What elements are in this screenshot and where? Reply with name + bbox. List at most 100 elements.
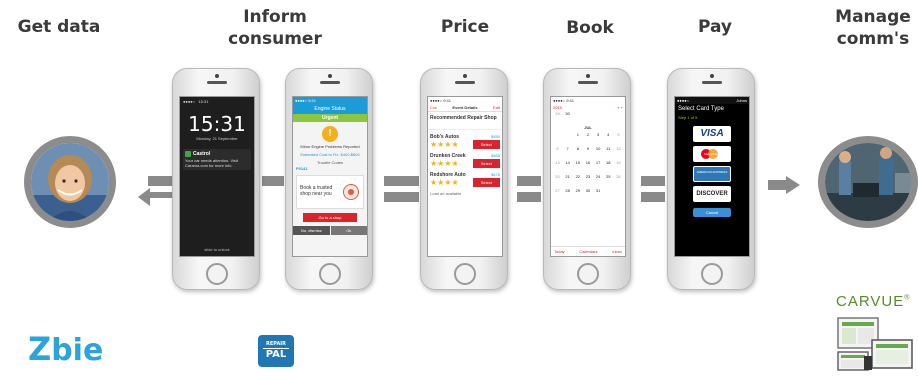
visa-card-option[interactable]: VISA <box>693 126 731 142</box>
shop-row: Drunken Creek $465 ★★★★ Select <box>428 149 502 168</box>
carvue-logo-text: CARVUE <box>836 293 905 310</box>
connector-arrow-left-lower <box>148 192 172 198</box>
status-bar: ●●●●○ 9:41 <box>553 98 574 103</box>
calendar-day[interactable]: 7 <box>563 146 572 151</box>
calendar-day[interactable]: 28 <box>563 188 572 193</box>
calendar-day[interactable]: 23 <box>583 174 592 179</box>
home-button[interactable] <box>319 263 341 285</box>
dismiss-button[interactable]: No, dismiss <box>293 226 330 235</box>
calendar-day[interactable]: 1 <box>573 132 582 137</box>
calendar-day[interactable]: 11 <box>604 146 613 151</box>
calendar-day[interactable]: 29 <box>553 111 562 116</box>
cancel-button[interactable]: Cancel <box>693 208 731 217</box>
avatar-workshop <box>818 136 918 228</box>
calendar-week-row: 6 7 8 9 10 11 12 <box>553 146 623 151</box>
calendar-day[interactable]: 13 <box>553 160 562 165</box>
calendar-day[interactable]: 9 <box>583 146 592 151</box>
slide-to-unlock[interactable]: slide to unlock <box>180 247 254 252</box>
engine-problem-text: Minor Engine Problems Reported <box>300 144 360 149</box>
calendar-day[interactable]: 8 <box>573 146 582 151</box>
calendar-day <box>614 188 623 193</box>
calendar-day[interactable]: 26 <box>614 174 623 179</box>
stage-title-book: Book <box>566 18 614 38</box>
calendar-day[interactable]: 18 <box>604 160 613 165</box>
calendar-day[interactable]: 20 <box>553 174 562 179</box>
home-button[interactable] <box>206 263 228 285</box>
calendar-day[interactable]: 27 <box>553 188 562 193</box>
calendar-day[interactable]: 19 <box>614 160 623 165</box>
select-card-title: Select Card Type <box>678 106 724 112</box>
status-bar: ●●●●○ 9:41 <box>430 98 451 103</box>
phone-speaker <box>207 81 227 84</box>
calendar-day <box>553 132 562 137</box>
phone-speaker <box>455 81 475 84</box>
calendar-day <box>573 111 582 116</box>
back-link[interactable]: Cxx <box>430 105 437 110</box>
connector-phone3-phone4-lower <box>517 192 541 202</box>
header-user: Johns <box>736 98 747 103</box>
phone-camera <box>328 74 332 78</box>
calendar-day[interactable]: 5 <box>614 132 623 137</box>
calendar-day <box>583 111 592 116</box>
tab-calendars[interactable]: Calendars <box>579 249 597 254</box>
discover-card-option[interactable]: DISCOVER <box>693 186 731 202</box>
edit-link[interactable]: Edit <box>493 105 500 110</box>
calendar-day[interactable]: 31 <box>594 188 603 193</box>
status-bar: ●●●●○ 9:41 <box>293 97 367 104</box>
connector-phone2-phone3 <box>384 176 419 186</box>
home-button[interactable] <box>701 263 723 285</box>
calendar-day[interactable]: 3 <box>594 132 603 137</box>
calendar-grid: 29 30 JUL 1 2 3 4 5 6 7 8 9 10 11 12 13 14 15 16 17 18 19 20 21… <box>551 111 625 193</box>
lock-notification[interactable]: Castrol Your car needs attention. Visit … <box>183 149 251 170</box>
calendar-day[interactable]: 24 <box>594 174 603 179</box>
calendar-day[interactable]: 17 <box>594 160 603 165</box>
tab-inbox[interactable]: Inbox <box>612 249 622 254</box>
calendar-day[interactable]: 30 <box>563 111 572 116</box>
phone-pay: ●●●●○ Johns Select Card Type Step 1 of 5… <box>667 68 755 290</box>
phone-speaker <box>702 81 722 84</box>
calendar-day[interactable]: 2 <box>583 132 592 137</box>
calendar-day[interactable]: 14 <box>563 160 572 165</box>
amex-card-option[interactable]: AMERICAN EXPRESS <box>693 166 731 182</box>
tab-today[interactable]: Today <box>554 249 565 254</box>
connector-phone2-phone3-lower <box>384 192 419 202</box>
phone-camera <box>710 74 714 78</box>
mastercard-option[interactable]: MasterCard <box>693 146 731 162</box>
select-shop-button[interactable]: Select <box>472 140 500 149</box>
calendar-day[interactable]: 30 <box>583 188 592 193</box>
calendar-day[interactable]: 10 <box>594 146 603 151</box>
connector-phone3-phone4 <box>517 176 541 186</box>
avatar-consumer <box>24 136 116 228</box>
shop-card[interactable]: Book a trusted shop near you <box>296 175 364 209</box>
stage-title-price: Price <box>440 17 490 37</box>
calendar-day <box>604 111 613 116</box>
map-pin-icon <box>343 184 359 200</box>
phone-screen-event-details: ●●●●○ 9:41 Cxx Event Details Edit Recomm… <box>427 96 503 257</box>
calendar-day[interactable]: 16 <box>583 160 592 165</box>
calendar-day[interactable]: 4 <box>604 132 613 137</box>
calendar-day[interactable]: 6 <box>553 146 562 151</box>
calendar-day[interactable]: 15 <box>573 160 582 165</box>
calendar-back-link[interactable]: 2015 <box>553 105 562 110</box>
calendar-day[interactable]: 29 <box>573 188 582 193</box>
lock-date: Monday, 21 September <box>196 136 238 141</box>
go-to-shop-button[interactable]: Go to a shop <box>303 213 357 222</box>
calendar-day[interactable]: 12 <box>614 146 623 151</box>
zubie-logo-z: Z <box>28 330 52 368</box>
ok-button[interactable]: Ok <box>330 226 367 235</box>
select-shop-button[interactable]: Select <box>472 159 500 168</box>
phone-price: ●●●●○ 9:41 Cxx Event Details Edit Recomm… <box>420 68 508 290</box>
phone-screen-lock: ●●●●○ 15:31 15:31 Monday, 21 September C… <box>179 96 255 257</box>
shop-row: Redshore Auto $475 ★★★★ Select <box>428 168 502 187</box>
calendar-month-label: JUL <box>584 125 592 130</box>
event-details-title: Event Details <box>452 105 478 110</box>
calendar-day <box>563 132 572 137</box>
home-button[interactable] <box>577 263 599 285</box>
trouble-code[interactable]: P0141 <box>293 165 367 172</box>
home-button[interactable] <box>454 263 476 285</box>
calendar-day[interactable]: 21 <box>563 174 572 179</box>
calendar-day[interactable]: 25 <box>604 174 613 179</box>
select-shop-button[interactable]: Select <box>472 178 500 187</box>
calendar-day[interactable]: 22 <box>573 174 582 179</box>
search-icon[interactable]: ⌕ + <box>617 105 623 110</box>
